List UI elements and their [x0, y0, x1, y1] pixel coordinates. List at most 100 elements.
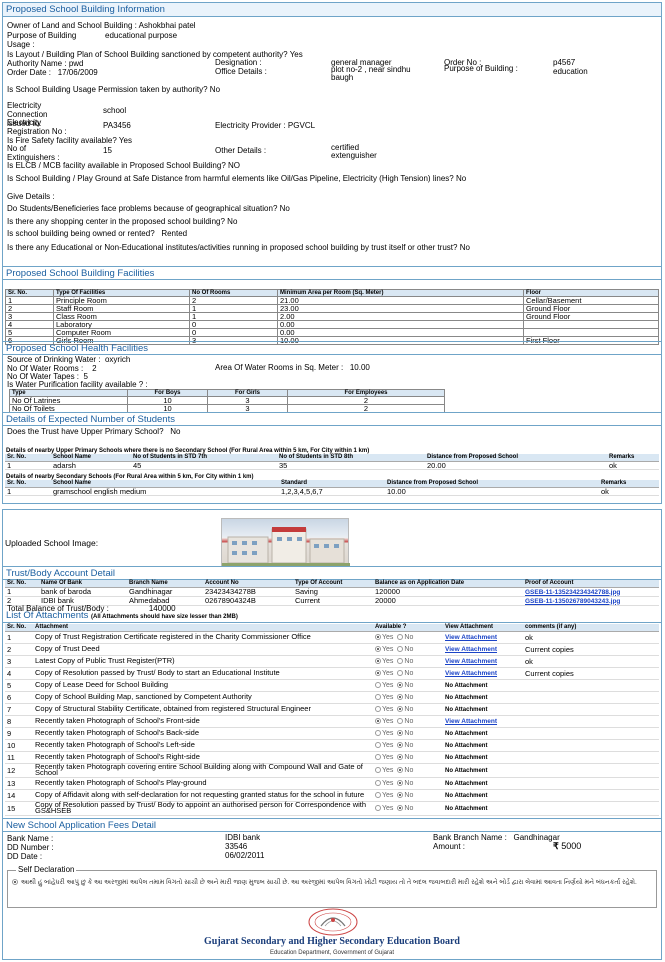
yes-radio[interactable]: [375, 779, 381, 786]
attachment-comment: ok: [523, 655, 659, 668]
attachment-row: 13 Recently taken Photograph of School's …: [5, 777, 659, 790]
no-radio[interactable]: [397, 804, 404, 811]
table-cell: 5: [5, 328, 54, 337]
availability-radios: Yes No: [373, 631, 443, 644]
view-attachment-link[interactable]: View Attachment: [445, 658, 497, 665]
no-radio[interactable]: [397, 766, 404, 773]
no-radio[interactable]: [397, 717, 404, 724]
no-attachment-text: No Attachment: [445, 730, 488, 737]
table-cell: 1,2,3,4,5,6,7: [279, 487, 385, 496]
yes-radio[interactable]: [375, 753, 381, 760]
other-details-label: Other Details :: [215, 146, 267, 155]
attachment-name: Copy of Structural Stability Certificate…: [33, 703, 373, 716]
yes-radio[interactable]: [375, 693, 381, 700]
upper-body: 1 adarsh 45 35 20.00 ok: [5, 461, 659, 470]
geo-a: No: [279, 204, 290, 213]
yes-radio[interactable]: [375, 717, 381, 724]
authority-value: pwd: [68, 59, 84, 68]
no-radio[interactable]: [397, 657, 404, 664]
yes-label: Yes: [382, 741, 394, 749]
attachment-row: 1 Copy of Trust Registration Certificate …: [5, 631, 659, 644]
layout-a: Yes: [289, 50, 303, 59]
yes-radio[interactable]: [375, 766, 381, 773]
no-radio[interactable]: [397, 779, 404, 786]
board-seal-icon: [308, 908, 358, 936]
no-radio[interactable]: [397, 693, 404, 700]
column-header: Sr. No.: [5, 580, 39, 588]
water-source-row: Source of Drinking Water : oxyrich: [7, 355, 130, 364]
no-radio[interactable]: [397, 633, 404, 640]
geo-q: Do Students/Beneficieries face problems …: [7, 204, 278, 213]
elec-reg-value: PA3456: [103, 121, 131, 130]
yes-label: Yes: [382, 729, 394, 737]
view-cell: View Attachment: [443, 643, 523, 656]
view-attachment-link[interactable]: View Attachment: [445, 718, 497, 725]
purification-label: Is Water Purification facility available…: [7, 380, 148, 389]
dd-date-value: 06/02/2011: [225, 851, 265, 860]
no-radio[interactable]: [397, 681, 404, 688]
attachment-number: 15: [5, 801, 33, 816]
section-title-building-info: Proposed School Building Information: [3, 3, 661, 17]
column-header: School Name: [51, 480, 279, 488]
hazard-q: Is School Building / Play Ground at Safe…: [7, 174, 454, 183]
section-title-students: Details of Expected Number of Students: [3, 412, 661, 426]
hazard-row: Is School Building / Play Ground at Safe…: [7, 174, 657, 183]
yes-radio[interactable]: [375, 791, 381, 798]
no-attachment-text: No Attachment: [445, 742, 488, 749]
attachment-row: 5 Copy of Lease Deed for School Building Y…: [5, 679, 659, 692]
bank-body: 1 bank of baroda Gandhinagar 23423434278B Sa…: [5, 587, 659, 606]
yes-radio[interactable]: [375, 657, 381, 664]
upper-school-row: 1 adarsh 45 35 20.00 ok: [5, 461, 659, 470]
table-cell: 1: [5, 487, 51, 496]
yes-radio[interactable]: [375, 729, 381, 736]
view-cell: No Attachment: [443, 703, 523, 716]
no-label: No: [404, 705, 414, 713]
table-cell: 23.00: [277, 304, 524, 313]
no-radio[interactable]: [397, 753, 404, 760]
yes-radio[interactable]: [375, 741, 381, 748]
attachment-comment: [523, 727, 659, 740]
attachment-number: 6: [5, 691, 33, 704]
extinguishers-label: No of Extinguishers :: [7, 144, 60, 162]
availability-radios: Yes No: [373, 777, 443, 790]
table-cell: 0: [189, 328, 278, 337]
proof-link[interactable]: GSEB-11-135234234342788.jpg: [525, 589, 620, 596]
yes-radio[interactable]: [375, 633, 381, 640]
view-attachment-link[interactable]: View Attachment: [445, 670, 497, 677]
attachment-number: 2: [5, 643, 33, 656]
purpose-value: educational purpose: [105, 31, 178, 40]
attachment-name: Copy of School Building Map, sanctioned …: [33, 691, 373, 704]
view-cell: No Attachment: [443, 691, 523, 704]
no-radio[interactable]: [397, 729, 404, 736]
declaration-title: Self Declaration: [16, 865, 77, 874]
availability-radios: Yes No: [373, 679, 443, 692]
declaration-checkbox[interactable]: [12, 879, 18, 886]
view-attachment-link[interactable]: View Attachment: [445, 634, 497, 641]
column-header: Type Of Account: [293, 580, 373, 588]
no-radio[interactable]: [397, 791, 404, 798]
owned-q: Is school building being owned or rented…: [7, 229, 155, 238]
no-radio[interactable]: [397, 705, 404, 712]
proof-link[interactable]: GSEB-11-135026789043243.jpg: [525, 598, 620, 605]
facilities-table: Sr. No. Type Of Facilities No Of Rooms Mini…: [5, 289, 659, 345]
school-image[interactable]: [221, 518, 350, 567]
no-radio[interactable]: [397, 741, 404, 748]
column-header: comments (if any): [523, 624, 659, 632]
availability-radios: Yes No: [373, 715, 443, 728]
attachment-name: Recently taken Photograph of School's Fr…: [33, 715, 373, 728]
health-header-row: Type For Boys For Girls For Employees: [9, 389, 445, 397]
upper-a: No: [170, 427, 181, 436]
facilities-body: 1 Principle Room 2 21.00 Cellar/Basement 2 Sta…: [5, 296, 659, 345]
yes-radio[interactable]: [375, 804, 381, 811]
yes-radio[interactable]: [375, 645, 381, 652]
table-cell: gramschool english medium: [51, 487, 279, 496]
attachment-row: 10 Recently taken Photograph of School's …: [5, 739, 659, 752]
secondary-table: Sr. No. School Name Standard Distance from …: [5, 480, 659, 496]
table-cell: 1: [5, 587, 39, 597]
yes-radio[interactable]: [375, 705, 381, 712]
no-radio[interactable]: [397, 645, 404, 652]
yes-radio[interactable]: [375, 681, 381, 688]
yes-radio[interactable]: [375, 669, 381, 676]
view-attachment-link[interactable]: View Attachment: [445, 646, 497, 653]
no-radio[interactable]: [397, 669, 404, 676]
